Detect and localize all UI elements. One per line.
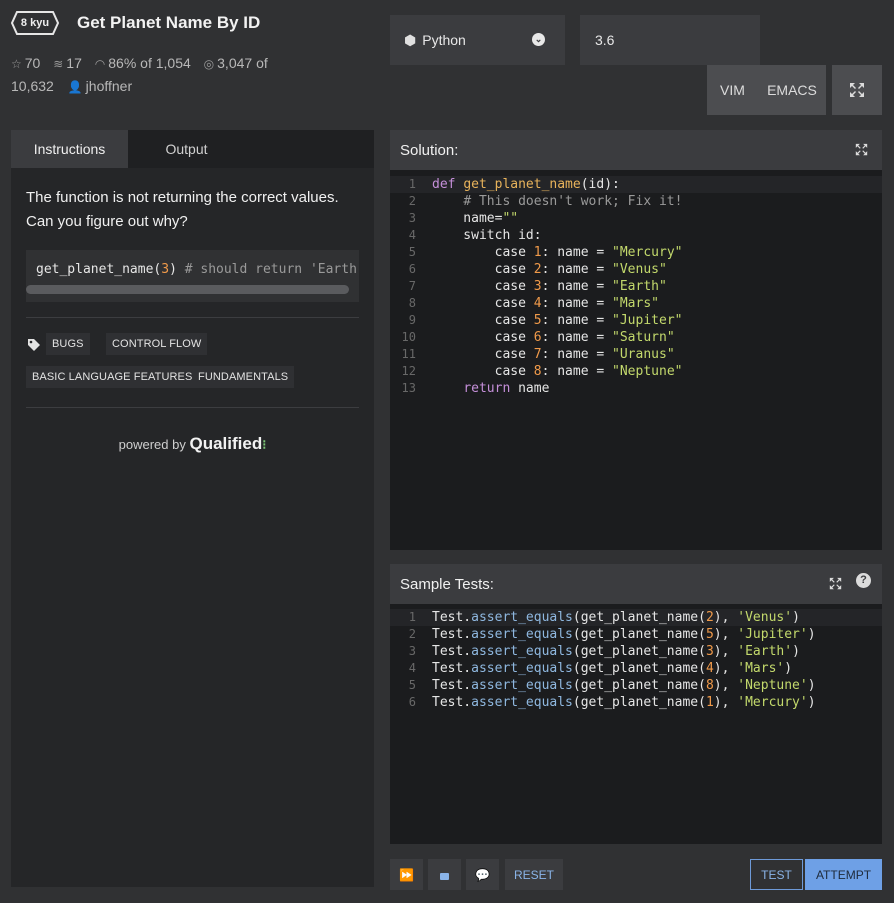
divider <box>26 317 359 318</box>
expand-icon[interactable] <box>855 143 868 156</box>
code-line: 8 case 4: name = "Mars" <box>408 296 659 311</box>
powered-by[interactable]: powered by Qualified⁝ <box>11 434 374 454</box>
sample-tests-editor[interactable]: 1 Test.assert_equals(get_planet_name(2), … <box>390 604 882 844</box>
collections-icon: ≋ <box>53 57 64 71</box>
version-label: 3.6 <box>595 32 615 48</box>
panel-tabs: Instructions Output <box>11 130 374 168</box>
qualified-logo: Qualified <box>189 434 263 453</box>
help-icon[interactable]: ? <box>856 573 871 588</box>
python-icon: ⬢ <box>404 31 417 48</box>
code-line: 7 case 3: name = "Earth" <box>408 279 667 294</box>
kata-title: Get Planet Name By ID <box>77 13 261 32</box>
completions-total: 10,632 <box>11 78 54 94</box>
code-line: 10 case 6: name = "Saturn" <box>401 330 675 345</box>
tag-control-flow[interactable]: CONTROL FLOW <box>106 333 208 355</box>
qualified-logo-mark: ⁝ <box>262 437 267 452</box>
code-line: 13 return name <box>401 381 550 396</box>
horizontal-scrollbar[interactable] <box>26 285 349 294</box>
code-line: 2 # This doesn't work; Fix it! <box>408 194 683 209</box>
vim-mode-button[interactable]: VIM <box>707 65 758 115</box>
sample-tests-label: Sample Tests: <box>400 576 494 593</box>
code-line: 4 Test.assert_equals(get_planet_name(4), … <box>408 661 793 676</box>
solution-editor[interactable]: 1 def get_planet_name(id): 2 # This doesn… <box>390 170 882 550</box>
test-button[interactable]: TEST <box>750 859 803 890</box>
collections-count: 17 <box>66 55 82 71</box>
reset-button[interactable]: RESET <box>505 859 563 890</box>
code-line: 5 Test.assert_equals(get_planet_name(8), … <box>408 678 816 693</box>
code-line: 9 case 5: name = "Jupiter" <box>408 313 683 328</box>
example-code-line: get_planet_name(3) # should return 'Eart… <box>36 262 359 277</box>
skip-button[interactable]: ⏩ <box>390 859 423 890</box>
completions-icon: ◎ <box>203 57 215 71</box>
code-line: 11 case 7: name = "Uranus" <box>401 347 675 362</box>
rank-badge: 8 kyu <box>11 11 59 35</box>
completions-count: 3,047 of <box>217 55 268 71</box>
satisfaction-icon: ◠ <box>94 57 106 71</box>
code-line: 1 Test.assert_equals(get_planet_name(2), … <box>390 609 882 626</box>
code-line: 6 case 2: name = "Venus" <box>408 262 667 277</box>
code-line: 4 switch id: <box>408 228 542 243</box>
tab-output[interactable]: Output <box>128 130 245 168</box>
code-line: 1 def get_planet_name(id): <box>390 176 882 193</box>
lock-icon <box>440 873 449 880</box>
instructions-text: The function is not returning the correc… <box>26 189 339 230</box>
user-icon: 👤 <box>67 80 83 94</box>
code-line: 3 Test.assert_equals(get_planet_name(3), … <box>408 644 800 659</box>
code-line: 12 case 8: name = "Neptune" <box>401 364 683 379</box>
code-line: 5 case 1: name = "Mercury" <box>408 245 683 260</box>
instructions-panel: Instructions Output The function is not … <box>11 130 374 887</box>
divider <box>26 407 359 408</box>
expand-icon[interactable] <box>829 577 842 590</box>
tag-bugs[interactable]: BUGS <box>46 333 90 355</box>
tag-fundamentals[interactable]: FUNDAMENTALS <box>192 366 295 388</box>
kata-stats: ☆ 70 ≋ 17 ◠ 86% of 1,054 ◎ 3,047 of 10,632 👤… <box>11 52 301 98</box>
code-line: 3 name="" <box>408 211 519 226</box>
tag-icon <box>28 339 40 351</box>
attempt-button[interactable]: ATTEMPT <box>805 859 882 890</box>
sample-tests-header: Sample Tests: ? <box>390 564 882 604</box>
version-select[interactable]: 3.6 <box>580 15 760 65</box>
rank-label: 8 kyu <box>20 17 50 29</box>
unlock-solutions-button[interactable] <box>428 859 461 890</box>
expand-icon <box>850 83 864 97</box>
code-line: 6 Test.assert_equals(get_planet_name(1), … <box>408 695 816 710</box>
author-link[interactable]: jhoffner <box>86 78 132 94</box>
tab-instructions[interactable]: Instructions <box>11 130 128 168</box>
example-code-block: get_planet_name(3) # should return 'Eart… <box>26 250 359 302</box>
code-line: 2 Test.assert_equals(get_planet_name(5), … <box>408 627 816 642</box>
solution-label: Solution: <box>400 142 459 159</box>
fullscreen-button[interactable] <box>832 65 882 115</box>
emacs-mode-button[interactable]: EMACS <box>758 65 826 115</box>
language-select[interactable]: ⬢ Python ⌄ <box>390 15 565 65</box>
chevron-down-icon: ⌄ <box>532 33 545 46</box>
fast-forward-icon: ⏩ <box>399 867 414 882</box>
chat-bubble-icon: 💬 <box>475 867 490 882</box>
tag-basic-language-features[interactable]: BASIC LANGUAGE FEATURES <box>26 366 199 388</box>
editor-mode-group: VIM EMACS <box>707 65 826 115</box>
stars-count: 70 <box>24 55 41 71</box>
language-label: Python <box>422 32 466 48</box>
star-icon[interactable]: ☆ <box>11 57 22 71</box>
solution-header: Solution: <box>390 130 882 170</box>
satisfaction-rating: 86% of 1,054 <box>108 55 191 71</box>
discuss-button[interactable]: 💬 <box>466 859 499 890</box>
